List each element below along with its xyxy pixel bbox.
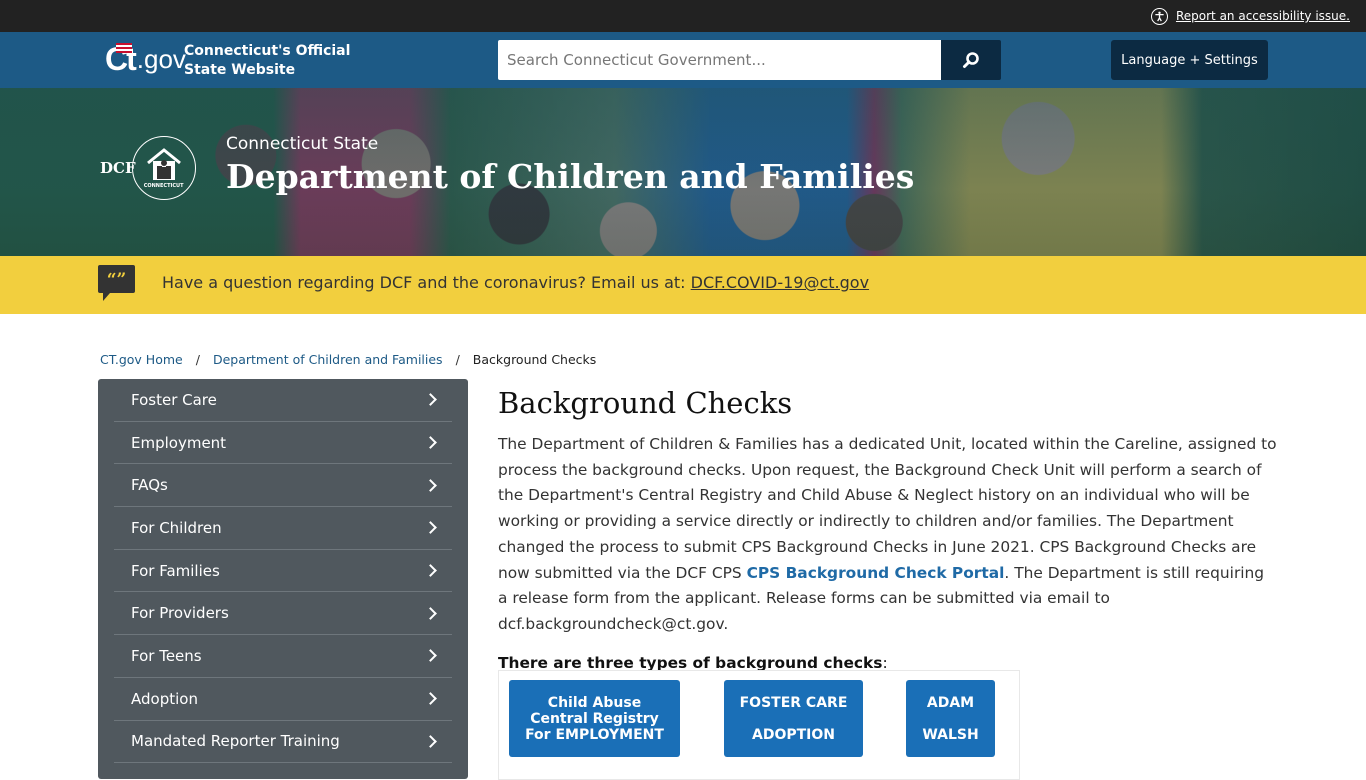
main-content: Background Checks The Department of Chil…	[498, 384, 1278, 780]
child-abuse-registry-employment-button[interactable]: Child Abuse Central Registry For EMPLOYM…	[509, 680, 680, 757]
chevron-right-icon	[424, 692, 437, 706]
sidebar-item-for-providers[interactable]: For Providers	[114, 592, 452, 636]
sidebar-item-foster-care[interactable]: Foster Care	[114, 379, 452, 422]
search-form	[498, 40, 1001, 80]
accessibility-icon	[1150, 7, 1168, 25]
button-line: Child Abuse	[547, 694, 642, 711]
types-lead-in-colon: :	[882, 653, 888, 672]
sidebar-item-mandated-reporter-training[interactable]: Mandated Reporter Training	[114, 721, 452, 764]
hero-subtitle: Connecticut State	[226, 134, 379, 154]
sidebar-item-for-children[interactable]: For Children	[114, 507, 452, 550]
sidebar-item-label: For Children	[131, 518, 222, 537]
ct-logo-mark: Ct	[105, 41, 137, 77]
quote-icon: “”	[98, 265, 135, 301]
types-lead-in: There are three types of background chec…	[498, 654, 1278, 672]
button-line: For EMPLOYMENT	[525, 726, 664, 743]
utility-bar: Report an accessibility issue.	[0, 0, 1366, 32]
chevron-right-icon	[424, 393, 437, 407]
button-line: FOSTER CARE	[739, 694, 848, 711]
chevron-right-icon	[424, 734, 437, 748]
chevron-right-icon	[424, 564, 437, 577]
intro-text-part1: The Department of Children & Families ha…	[498, 435, 1277, 582]
covid-email-link[interactable]: DCF.COVID-19@ct.gov	[691, 273, 869, 292]
foster-care-adoption-button[interactable]: FOSTER CARE ADOPTION	[724, 680, 863, 757]
covid-alert-banner: “” Have a question regarding DCF and the…	[0, 256, 1366, 314]
ct-logo-gov: .gov	[136, 44, 186, 74]
site-name[interactable]: Connecticut's Official State Website	[184, 42, 350, 80]
sidebar-item-faqs[interactable]: FAQs	[114, 464, 452, 508]
sidebar-item-employment[interactable]: Employment	[114, 422, 452, 465]
hero-text: Connecticut State Department of Children…	[226, 134, 914, 198]
sidebar-item-for-families[interactable]: For Families	[114, 550, 452, 593]
chevron-right-icon	[424, 606, 437, 620]
cps-portal-link[interactable]: CPS Background Check Portal	[747, 564, 1005, 582]
sidebar-item-adoption[interactable]: Adoption	[114, 678, 452, 721]
sidebar-item-label: For Families	[131, 561, 220, 580]
sidebar-item-label: FAQs	[131, 476, 168, 495]
chevron-right-icon	[424, 521, 437, 535]
ct-gov-logo[interactable]: Ct .gov	[105, 41, 186, 77]
report-accessibility-link[interactable]: Report an accessibility issue.	[1150, 7, 1350, 25]
types-lead-in-bold: There are three types of background chec…	[498, 653, 883, 672]
site-name-line2: State Website	[184, 62, 296, 78]
button-line: Central Registry	[530, 710, 659, 727]
report-accessibility-label: Report an accessibility issue.	[1175, 9, 1350, 23]
button-line: ADAM	[926, 694, 975, 711]
chevron-right-icon	[424, 436, 437, 449]
chevron-right-icon	[424, 478, 437, 492]
site-header: Ct .gov Connecticut's Official State Web…	[0, 32, 1366, 88]
page-title: Background Checks	[498, 386, 793, 420]
site-name-line1: Connecticut's Official	[184, 43, 351, 59]
language-settings-button[interactable]: Language + Settings	[1111, 40, 1268, 80]
dcf-logo-small-text: CONNECTICUT	[143, 182, 184, 189]
background-check-types-panel: Child Abuse Central Registry For EMPLOYM…	[498, 670, 1020, 780]
sidebar-nav: Foster Care Employment FAQs For Children…	[98, 379, 468, 779]
breadcrumb-current: Background Checks	[472, 352, 597, 367]
dcf-logo-text: DCF	[100, 159, 136, 177]
intro-paragraph: The Department of Children & Families ha…	[498, 432, 1278, 638]
breadcrumb-dcf[interactable]: Department of Children and Families	[213, 352, 443, 367]
hero-title: Department of Children and Families	[226, 157, 915, 196]
sidebar-item-label: Employment	[131, 433, 227, 452]
sidebar-item-label: For Providers	[131, 604, 229, 623]
search-input[interactable]	[498, 40, 941, 80]
sidebar-item-label: For Teens	[131, 646, 202, 665]
search-icon	[963, 52, 979, 68]
dcf-logo[interactable]: DCF CONNECTICUT	[100, 136, 196, 200]
chevron-right-icon	[424, 649, 437, 663]
search-button[interactable]	[941, 40, 1001, 80]
breadcrumb-separator: /	[455, 352, 460, 367]
flag-icon	[116, 43, 132, 53]
alert-message: Have a question regarding DCF and the co…	[162, 273, 691, 292]
button-line: ADOPTION	[752, 726, 835, 743]
button-line: WALSH	[922, 726, 979, 743]
sidebar-item-label: Foster Care	[131, 390, 217, 409]
alert-text: Have a question regarding DCF and the co…	[162, 273, 869, 292]
breadcrumb-separator: /	[195, 352, 200, 367]
sidebar-item-label: Adoption	[131, 689, 198, 708]
dcf-logo-circle: CONNECTICUT	[131, 136, 196, 200]
sidebar-item-for-teens[interactable]: For Teens	[114, 635, 452, 678]
hero-banner: DCF CONNECTICUT Connecticut State Depart…	[0, 88, 1366, 256]
house-icon	[146, 147, 181, 180]
sidebar-item-label: Mandated Reporter Training	[131, 732, 340, 751]
breadcrumb: CT.gov Home / Department of Children and…	[100, 352, 596, 367]
adam-walsh-button[interactable]: ADAM WALSH	[906, 680, 995, 757]
breadcrumb-home[interactable]: CT.gov Home	[100, 352, 183, 367]
